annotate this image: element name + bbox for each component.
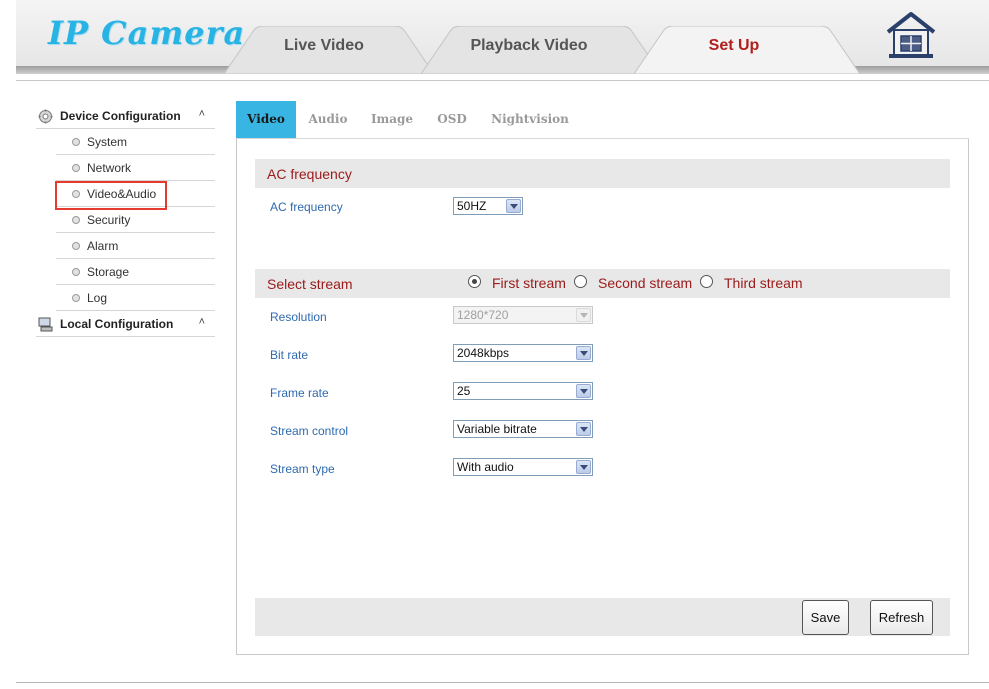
subtab-osd[interactable]: OSD	[430, 101, 474, 138]
page-bottom-divider	[16, 682, 989, 683]
sidebar-item-label: Log	[87, 291, 108, 305]
subtab-audio[interactable]: Audio	[302, 101, 354, 138]
first-stream-label[interactable]: First stream	[492, 275, 566, 291]
ac-frequency-section-header: AC frequency	[255, 159, 950, 188]
chevron-down-icon	[506, 199, 521, 213]
chevron-down-icon	[576, 384, 591, 398]
bullet-icon	[72, 242, 80, 250]
resolution-label: Resolution	[270, 310, 327, 324]
sidebar-group-label: Device Configuration	[60, 109, 181, 123]
sidebar-item-security[interactable]: Security	[56, 207, 215, 233]
sidebar: Device Configuration ˄ System Network Vi…	[36, 103, 215, 337]
bullet-icon	[72, 294, 80, 302]
sidebar-item-system[interactable]: System	[56, 129, 215, 155]
frame-rate-select[interactable]: 25	[453, 382, 593, 400]
sidebar-item-label: System	[87, 135, 128, 149]
ac-frequency-select[interactable]: 50HZ	[453, 197, 523, 215]
gear-icon	[38, 109, 53, 124]
bullet-icon	[72, 268, 80, 276]
sidebar-item-network[interactable]: Network	[56, 155, 215, 181]
select-value: 2048kbps	[457, 346, 510, 360]
tab-playback-video[interactable]: Playback Video	[459, 37, 599, 55]
second-stream-radio[interactable]	[574, 275, 587, 288]
sidebar-item-log[interactable]: Log	[56, 285, 215, 311]
chevron-down-icon	[576, 460, 591, 474]
sidebar-group-label: Local Configuration	[60, 317, 174, 331]
subtab-image[interactable]: Image	[366, 101, 418, 138]
tab-set-up[interactable]: Set Up	[684, 37, 784, 55]
sidebar-item-alarm[interactable]: Alarm	[56, 233, 215, 259]
ip-camera-logo: IP Camera	[48, 14, 246, 52]
stream-control-select[interactable]: Variable bitrate	[453, 420, 593, 438]
subtab-video[interactable]: Video	[236, 101, 296, 138]
select-value: 50HZ	[457, 199, 487, 213]
bullet-icon	[72, 216, 80, 224]
ac-frequency-label: AC frequency	[270, 200, 343, 214]
stream-control-label: Stream control	[270, 424, 349, 438]
second-stream-label[interactable]: Second stream	[598, 275, 692, 291]
bullet-icon	[72, 164, 80, 172]
settings-panel	[236, 139, 969, 655]
subtab-nightvision[interactable]: Nightvision	[490, 101, 570, 138]
chevron-down-icon	[576, 308, 591, 322]
resolution-select: 1280*720	[453, 306, 593, 324]
refresh-button[interactable]: Refresh	[870, 600, 933, 635]
frame-rate-label: Frame rate	[270, 386, 329, 400]
bit-rate-select[interactable]: 2048kbps	[453, 344, 593, 362]
bullet-icon	[72, 138, 80, 146]
bit-rate-label: Bit rate	[270, 348, 309, 362]
sidebar-item-label: Network	[87, 161, 132, 175]
save-button[interactable]: Save	[802, 600, 849, 635]
select-value: With audio	[457, 460, 514, 474]
device-configuration-items: System Network Video&Audio Security Alar…	[56, 129, 215, 311]
third-stream-label[interactable]: Third stream	[724, 275, 803, 291]
sidebar-item-label: Storage	[87, 265, 130, 279]
computer-icon	[38, 317, 53, 332]
sidebar-item-label: Security	[87, 213, 131, 227]
highlight-box	[55, 181, 167, 210]
header-divider	[16, 80, 989, 81]
third-stream-radio[interactable]	[700, 275, 713, 288]
subtab-bar: Video Audio Image OSD Nightvision	[236, 101, 969, 139]
chevron-down-icon	[576, 346, 591, 360]
section-title: Select stream	[267, 276, 353, 292]
sidebar-item-label: Alarm	[87, 239, 119, 253]
select-value: 25	[457, 384, 471, 398]
stream-type-label: Stream type	[270, 462, 335, 476]
sidebar-group-device-configuration[interactable]: Device Configuration ˄	[36, 103, 215, 129]
sidebar-group-local-configuration[interactable]: Local Configuration ˄	[36, 311, 215, 337]
stream-type-select[interactable]: With audio	[453, 458, 593, 476]
select-value: 1280*720	[457, 308, 509, 322]
sidebar-item-storage[interactable]: Storage	[56, 259, 215, 285]
section-title: AC frequency	[267, 166, 352, 182]
first-stream-radio[interactable]	[468, 275, 481, 288]
select-value: Variable bitrate	[457, 422, 537, 436]
chevron-down-icon	[576, 422, 591, 436]
tab-live-video[interactable]: Live Video	[262, 37, 386, 55]
home-icon[interactable]	[884, 10, 938, 60]
chevron-up-icon[interactable]: ˄	[199, 316, 205, 328]
chevron-up-icon[interactable]: ˄	[199, 108, 205, 120]
